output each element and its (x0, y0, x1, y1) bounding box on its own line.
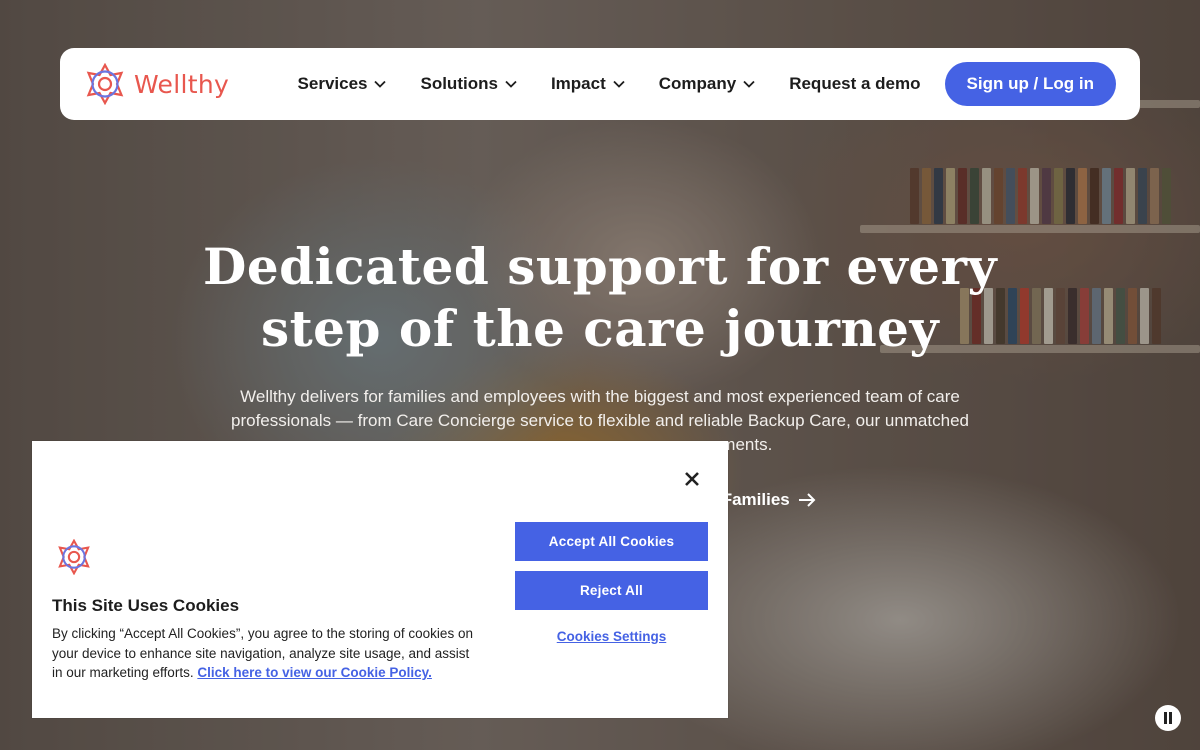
nav-item-label: Company (658, 74, 737, 93)
cookies-settings-link[interactable]: Cookies Settings (515, 629, 708, 644)
reject-all-button[interactable]: Reject All (515, 571, 708, 610)
nav-links: Services Solutions Impact Company Reques… (298, 74, 921, 94)
brand-name: Wellthy (134, 69, 230, 99)
hero-subtitle-line: professionals — from Care Concierge serv… (231, 411, 969, 430)
nav-item-services[interactable]: Services (298, 74, 387, 94)
arrow-right-icon (798, 493, 816, 507)
chevron-down-icon (743, 80, 755, 88)
nav-item-company[interactable]: Company (659, 74, 755, 94)
nav-item-label: Solutions (420, 74, 498, 93)
hero-title-line: step of the care journey (260, 299, 940, 358)
nav-item-impact[interactable]: Impact (551, 74, 625, 94)
nav-item-label: Impact (550, 74, 606, 93)
hero-title: Dedicated support for every step of the … (200, 236, 1000, 360)
hero-subtitle-line: Wellthy delivers for families and employ… (240, 387, 960, 406)
accept-all-cookies-button[interactable]: Accept All Cookies (515, 522, 708, 561)
hero-title-line: Dedicated support for every (202, 237, 998, 296)
chevron-down-icon (613, 80, 625, 88)
nav-item-label: Services (297, 74, 368, 93)
pause-video-button[interactable] (1155, 705, 1181, 731)
cookie-policy-link[interactable]: Click here to view our Cookie Policy. (197, 665, 432, 680)
top-navbar: Wellthy Services Solutions Impact Compan… (60, 48, 1140, 120)
chevron-down-icon (374, 80, 387, 88)
pause-icon (1164, 712, 1172, 724)
nav-item-solutions[interactable]: Solutions (420, 74, 517, 94)
cookie-title: This Site Uses Cookies (52, 596, 240, 615)
wellthy-logo-icon (58, 539, 90, 575)
cookie-banner: This Site Uses Cookies By clicking “Acce… (32, 441, 728, 718)
close-icon[interactable] (680, 467, 704, 491)
request-demo-link[interactable]: Request a demo (789, 74, 920, 94)
chevron-down-icon (505, 80, 517, 88)
cookie-description: By clicking “Accept All Cookies”, you ag… (52, 624, 482, 683)
wellthy-logo-icon (86, 63, 124, 105)
signup-login-button[interactable]: Sign up / Log in (944, 62, 1116, 106)
wellthy-logo[interactable]: Wellthy (84, 63, 229, 105)
